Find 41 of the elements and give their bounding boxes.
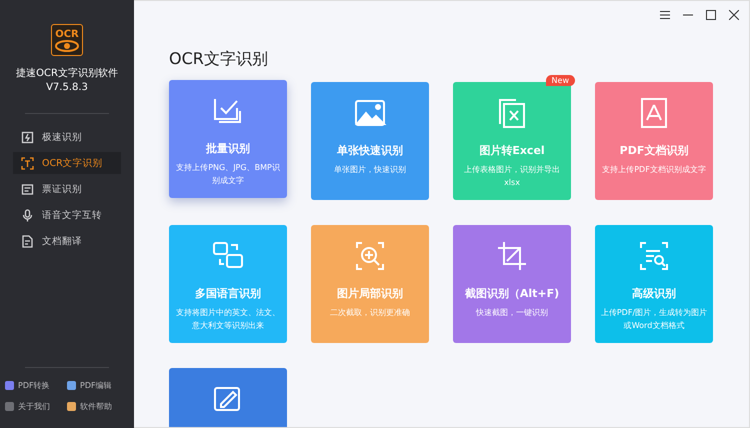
card-title: 单张快速识别 bbox=[337, 143, 403, 158]
app-name: 捷速OCR文字识别软件 bbox=[16, 66, 118, 80]
text-scan-icon bbox=[21, 156, 34, 170]
card-description: 支持将图片中的英文、法文、意大利文等识别出来 bbox=[175, 307, 281, 332]
card-description: 单张图片，快速识别 bbox=[334, 164, 406, 176]
card-title: 截图识别（Alt+F) bbox=[464, 286, 560, 301]
card-description: 支持上传PDF文档识别成文字 bbox=[602, 164, 706, 176]
card-title: PDF文档识别 bbox=[620, 143, 688, 158]
nav-item[interactable]: OCR文字识别 bbox=[13, 152, 121, 174]
footer-link[interactable]: PDF编辑 bbox=[67, 380, 129, 391]
nav-item[interactable]: 极速识别 bbox=[13, 126, 121, 148]
menu-icon[interactable] bbox=[660, 10, 670, 20]
zoom-in-icon bbox=[353, 239, 387, 273]
card-description: 上传表格图片，识别并导出xlsx bbox=[463, 164, 561, 189]
card-title: 高级识别 bbox=[632, 286, 676, 301]
card-description: 快速截图，一键识别 bbox=[476, 307, 548, 319]
nav-item[interactable]: 文档翻译 bbox=[13, 230, 121, 252]
close-icon[interactable] bbox=[729, 10, 739, 20]
feature-card[interactable]: 截图识别（Alt+F) 快速截图，一键识别 bbox=[453, 225, 571, 343]
new-badge: New bbox=[546, 75, 575, 86]
card-title: 图片转Excel bbox=[479, 143, 545, 158]
app-logo: OCR bbox=[51, 24, 83, 56]
microphone-icon bbox=[21, 208, 34, 222]
card-title: 多国语言识别 bbox=[195, 286, 261, 301]
nav-item[interactable]: 语音文字互转 bbox=[13, 204, 121, 226]
nav-item[interactable]: 票证识别 bbox=[13, 178, 121, 200]
footer-link[interactable]: 关于我们 bbox=[5, 401, 67, 412]
text-search-icon bbox=[637, 239, 671, 273]
maximize-icon[interactable] bbox=[706, 10, 716, 20]
crop-icon bbox=[495, 239, 529, 273]
footer-link[interactable]: 软件帮助 bbox=[67, 401, 129, 412]
page-title: OCR文字识别 bbox=[169, 49, 269, 70]
card-title: 批量识别 bbox=[206, 141, 250, 156]
footer-link[interactable]: PDF转换 bbox=[5, 380, 67, 391]
card-description: 支持上传PNG、JPG、BMP识别成文字 bbox=[175, 162, 281, 187]
feature-card[interactable]: 批量识别 支持上传PNG、JPG、BMP识别成文字 bbox=[169, 80, 287, 198]
card-title: 图片局部识别 bbox=[337, 286, 403, 301]
card-description: 二次截取，识别更准确 bbox=[330, 307, 410, 319]
app-version: V7.5.8.3 bbox=[46, 82, 88, 93]
bolt-doc-icon bbox=[21, 130, 34, 144]
card-description: 上传PDF/图片，生成转为图片或Word文档格式 bbox=[600, 307, 708, 332]
